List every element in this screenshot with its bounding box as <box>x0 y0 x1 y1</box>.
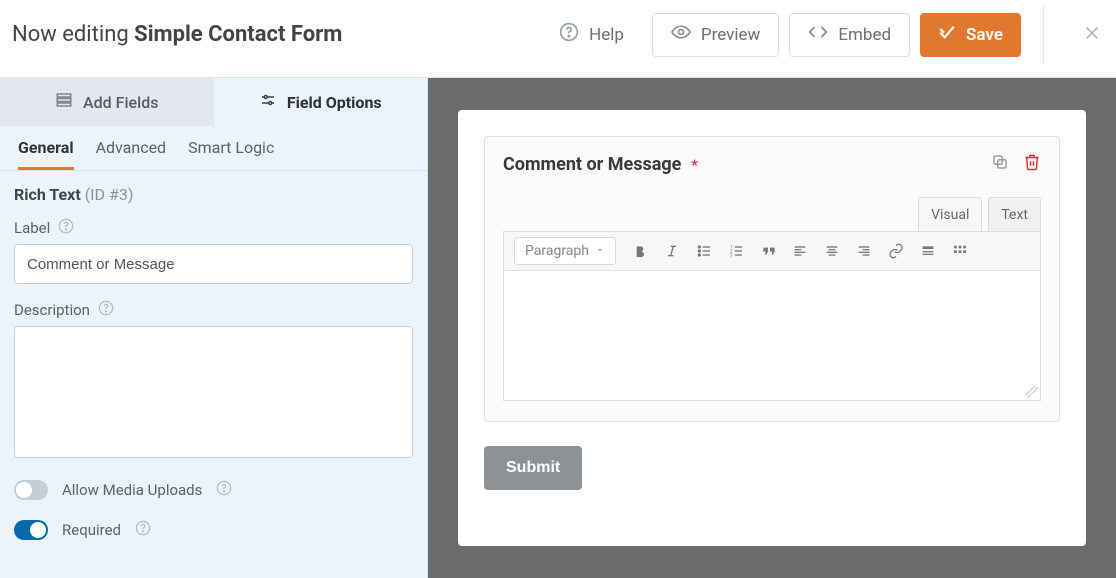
sidebar-tabs: Add Fields Field Options <box>0 78 427 126</box>
code-icon <box>808 22 828 47</box>
form-name[interactable]: Simple Contact Form <box>134 22 342 47</box>
label-input[interactable] <box>14 244 413 284</box>
page-title: Now editing Simple Contact Form <box>12 22 342 47</box>
description-caption: Description <box>14 301 90 319</box>
unordered-list-icon[interactable] <box>696 243 712 259</box>
toggle-required-label: Required <box>62 521 121 539</box>
field-options-subtabs: General Advanced Smart Logic <box>0 126 427 171</box>
sidebar: Add Fields Field Options General Advance… <box>0 78 428 578</box>
field-meta: Rich Text (ID #3) <box>0 171 427 210</box>
toggle-media-uploads-row: Allow Media Uploads <box>0 470 427 510</box>
subtab-advanced[interactable]: Advanced <box>96 138 167 170</box>
insert-more-icon[interactable] <box>920 243 936 259</box>
sliders-icon <box>259 91 277 113</box>
align-right-icon[interactable] <box>856 243 872 259</box>
check-icon <box>938 23 956 46</box>
embed-label: Embed <box>838 25 891 45</box>
save-label: Save <box>966 25 1003 45</box>
tab-add-fields[interactable]: Add Fields <box>0 78 214 126</box>
help-icon[interactable] <box>98 300 114 320</box>
form-field-richtext[interactable]: Comment or Message * Visual Text <box>484 136 1060 422</box>
help-icon[interactable] <box>135 520 151 540</box>
toggle-required-row: Required <box>0 510 427 550</box>
preview-label: Preview <box>701 25 760 45</box>
label-group: Label <box>0 210 427 292</box>
editor-mode-tabs: Visual Text <box>503 197 1041 231</box>
help-icon[interactable] <box>58 218 74 238</box>
header-actions: Help Preview Embed Save <box>541 5 1102 65</box>
chevron-down-icon <box>595 243 605 259</box>
duplicate-icon[interactable] <box>991 153 1009 175</box>
label-caption: Label <box>14 219 50 237</box>
toggle-media-uploads-label: Allow Media Uploads <box>62 481 202 499</box>
field-type: Rich Text <box>14 185 81 204</box>
tab-add-fields-label: Add Fields <box>83 93 158 112</box>
ordered-list-icon[interactable]: 123 <box>728 243 744 259</box>
close-icon[interactable] <box>1082 20 1102 50</box>
help-button[interactable]: Help <box>541 13 642 57</box>
field-label: Comment or Message <box>503 154 681 175</box>
help-icon[interactable] <box>216 480 232 500</box>
editing-prefix: Now editing <box>12 22 134 47</box>
form-canvas: Comment or Message * Visual Text <box>458 110 1086 546</box>
description-group: Description <box>0 292 427 470</box>
format-select-label: Paragraph <box>525 243 589 259</box>
toggle-required[interactable] <box>14 520 48 540</box>
field-id: (ID #3) <box>85 185 134 204</box>
align-center-icon[interactable] <box>824 243 840 259</box>
top-bar: Now editing Simple Contact Form Help Pre… <box>0 0 1116 78</box>
toggle-media-uploads[interactable] <box>14 480 48 500</box>
svg-text:3: 3 <box>730 252 733 258</box>
format-select[interactable]: Paragraph <box>514 237 616 265</box>
editor-toolbar: Paragraph 123 <box>503 231 1041 271</box>
main-layout: Add Fields Field Options General Advance… <box>0 78 1116 578</box>
eye-icon <box>671 22 691 47</box>
vertical-divider <box>1043 5 1044 65</box>
preview-panel: Comment or Message * Visual Text <box>428 78 1116 578</box>
subtab-smart-logic[interactable]: Smart Logic <box>188 138 274 170</box>
editor-body[interactable] <box>503 271 1041 401</box>
field-header: Comment or Message * <box>503 153 1041 175</box>
help-label: Help <box>589 25 624 45</box>
bold-icon[interactable] <box>632 243 648 259</box>
field-title-wrap: Comment or Message * <box>503 154 698 175</box>
link-icon[interactable] <box>888 243 904 259</box>
description-input[interactable] <box>14 326 413 458</box>
add-fields-icon <box>55 91 73 113</box>
tab-field-options[interactable]: Field Options <box>214 78 428 126</box>
submit-button[interactable]: Submit <box>484 446 582 490</box>
trash-icon[interactable] <box>1023 153 1041 175</box>
subtab-general[interactable]: General <box>18 138 74 170</box>
resize-handle[interactable] <box>1026 386 1038 398</box>
align-left-icon[interactable] <box>792 243 808 259</box>
toolbar-toggle-icon[interactable] <box>952 243 968 259</box>
editor-tab-visual[interactable]: Visual <box>918 197 982 231</box>
blockquote-icon[interactable] <box>760 243 776 259</box>
required-indicator: * <box>691 156 698 174</box>
embed-button[interactable]: Embed <box>789 13 910 57</box>
tab-field-options-label: Field Options <box>287 93 382 112</box>
help-icon <box>559 22 579 47</box>
save-button[interactable]: Save <box>920 13 1021 57</box>
italic-icon[interactable] <box>664 243 680 259</box>
editor-tab-text[interactable]: Text <box>988 197 1041 231</box>
field-actions <box>991 153 1041 175</box>
preview-button[interactable]: Preview <box>652 13 779 57</box>
